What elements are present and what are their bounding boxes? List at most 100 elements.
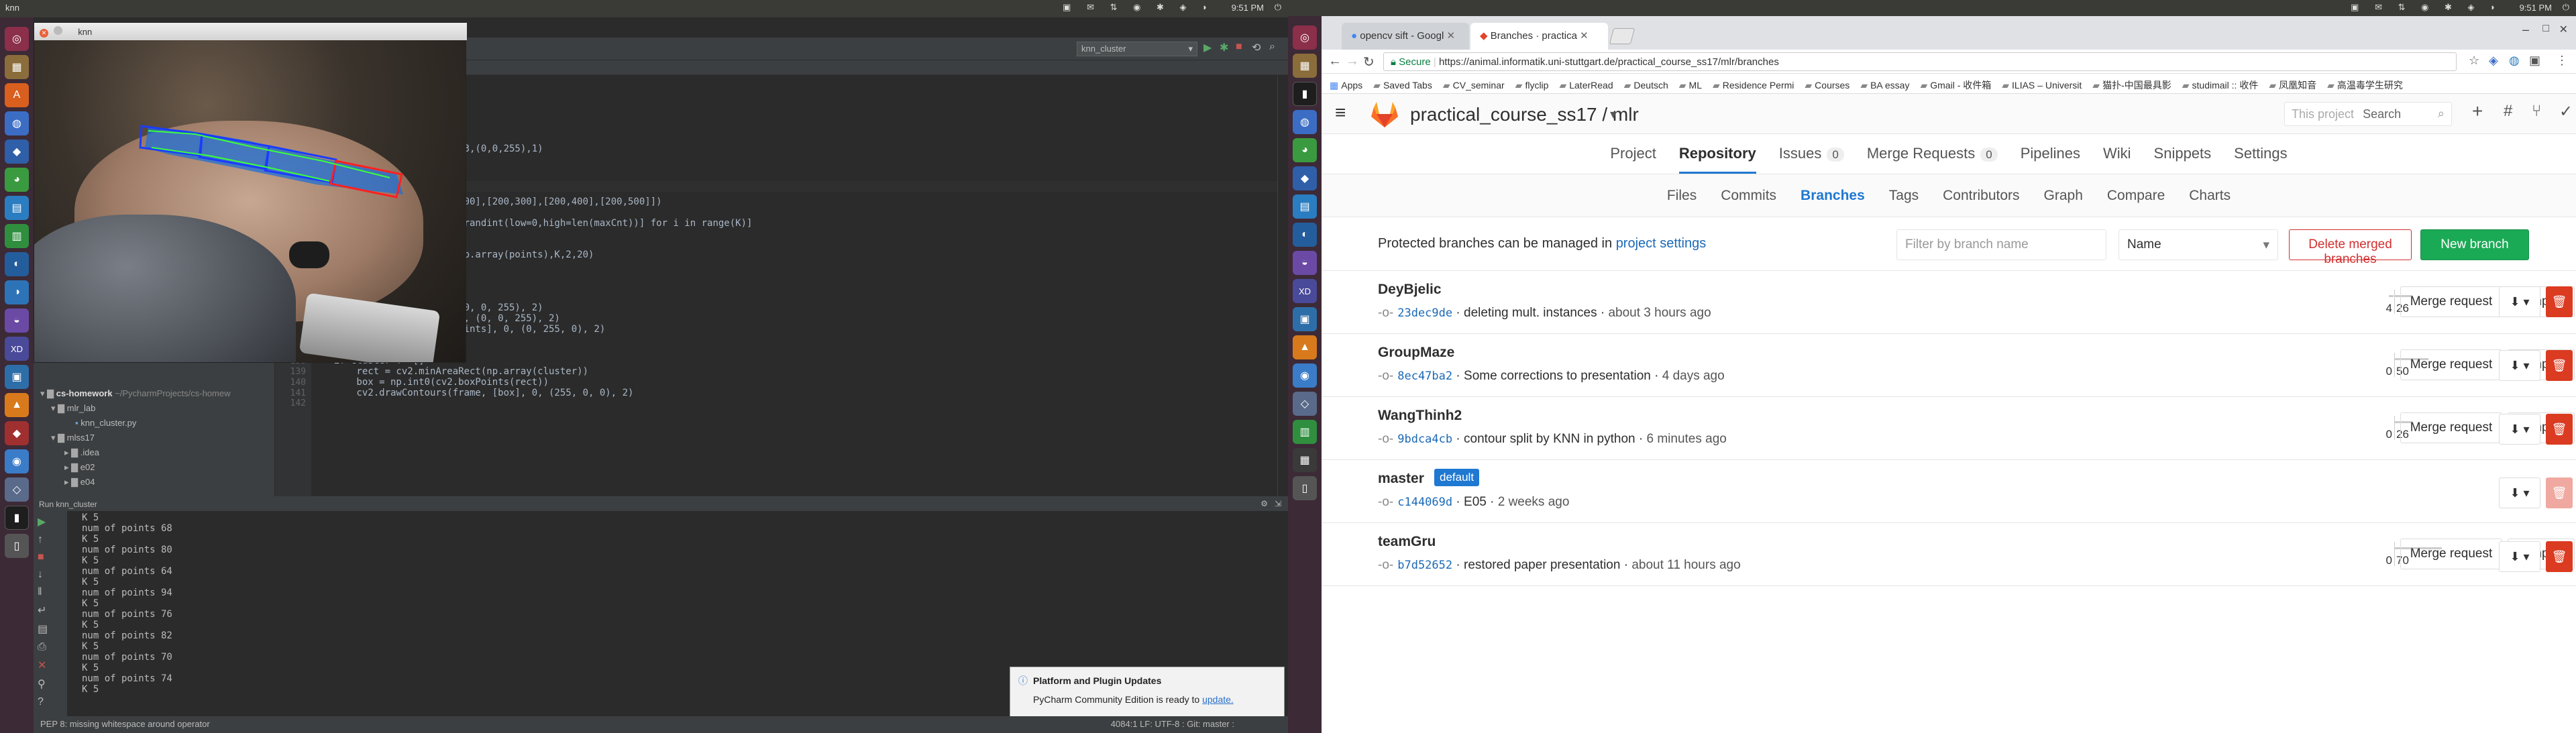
search-box[interactable]: This project Search ⌕ (2284, 102, 2452, 126)
settings-icon[interactable]: ⚙ (1260, 499, 1268, 508)
launcher-app-icon[interactable]: ◐ (5, 252, 29, 276)
launcher-app-icon[interactable]: ◆ (5, 139, 29, 164)
tree-item[interactable]: ▸ ▇ e02 (38, 460, 272, 475)
search-everywhere-icon[interactable]: ⌕ (1269, 41, 1275, 53)
delete-merged-button[interactable]: Delete merged branches (2289, 229, 2412, 266)
commit-sha[interactable]: b7d52652 (1397, 559, 1452, 572)
commit-message[interactable]: restored paper presentation (1464, 558, 1620, 572)
launcher-app-icon[interactable]: ▣ (1293, 307, 1317, 331)
launcher-xd-icon[interactable]: XD (5, 337, 29, 361)
commit-sha[interactable]: 9bdca4cb (1397, 433, 1452, 446)
nav-tab-pipelines[interactable]: Pipelines (2021, 145, 2080, 174)
bookmark-item[interactable]: ▰ 猫扑-中国最具影 (2092, 78, 2171, 92)
nav-tab-project[interactable]: Project (1610, 145, 1656, 174)
run-console-output[interactable]: K 5 num of points 68 K 5 num of points 80 K … (82, 512, 1021, 714)
launcher-app-icon[interactable]: ◆ (5, 421, 29, 445)
wrap-icon[interactable]: ↵ (38, 604, 48, 617)
run-config-select[interactable]: knn_cluster ▾ (1077, 42, 1197, 56)
bookmark-item[interactable]: ▰ 凤凰知音 (2269, 78, 2316, 92)
tree-item[interactable]: ▪ knn_cluster.py (38, 416, 272, 431)
launcher-calc-icon[interactable]: ▥ (5, 224, 29, 248)
download-button[interactable]: ⬇ ▾ (2499, 286, 2540, 317)
bookmark-star-icon[interactable]: ☆ (2469, 54, 2479, 68)
bookmark-item[interactable]: ▰ ML (1679, 80, 1702, 91)
launcher-firefox-icon[interactable]: ◍ (5, 111, 29, 135)
status-right-info[interactable]: 4084:1 LF: UTF-8 : Git: master : (1111, 719, 1234, 729)
nav-tab-snippets[interactable]: Snippets (2154, 145, 2212, 174)
branch-name[interactable]: GroupMaze (1378, 345, 1454, 361)
launcher-app-icon[interactable]: ▣ (5, 365, 29, 389)
up-icon[interactable]: ↑ (38, 534, 48, 546)
minimize-icon[interactable]: – (2522, 23, 2529, 37)
commit-message[interactable]: deleting mult. instances (1464, 306, 1597, 320)
launcher-vlc-icon[interactable]: ▲ (5, 393, 29, 417)
knn-window[interactable]: ✕ knn (34, 22, 467, 363)
tree-item[interactable]: ▸ ▇ e04 (38, 475, 272, 490)
todos-icon[interactable]: ✓ (2559, 102, 2573, 121)
launcher-trash-icon[interactable]: ▯ (1293, 476, 1317, 500)
down-icon[interactable]: ↓ (38, 569, 48, 581)
merge-request-button[interactable]: Merge request (2400, 286, 2502, 317)
download-button[interactable]: ⬇ ▾ (2499, 350, 2540, 381)
launcher-app-icon[interactable]: ◒ (5, 308, 29, 333)
bookmark-item[interactable]: ▰ BA essay (1860, 80, 1909, 91)
help-icon[interactable]: ? (38, 696, 48, 708)
menu-icon[interactable]: ⋮ (2556, 54, 2568, 68)
editor-scrollbar[interactable] (1277, 75, 1288, 496)
download-button[interactable]: ⬇ ▾ (2499, 414, 2540, 445)
subnav-tags[interactable]: Tags (1889, 188, 1919, 204)
download-button[interactable]: ⬇ ▾ (2499, 541, 2540, 572)
close-icon[interactable]: ✕ (38, 659, 48, 672)
new-branch-button[interactable]: New branch (2420, 229, 2529, 260)
launcher-app-icon[interactable]: ◉ (5, 449, 29, 473)
rerun-icon[interactable]: ▶ (38, 515, 48, 528)
launcher-app-icon[interactable]: ◒ (1293, 251, 1317, 275)
nav-tab-repository[interactable]: Repository (1678, 145, 1756, 174)
launcher-app-icon[interactable]: ◇ (1293, 392, 1317, 416)
vcs-icon[interactable]: ⟲ (1252, 41, 1260, 54)
delete-branch-button[interactable]: 🗑︎ (2546, 414, 2573, 445)
commit-message[interactable]: Some corrections to presentation (1464, 369, 1651, 383)
subnav-charts[interactable]: Charts (2189, 188, 2231, 204)
bookmark-item[interactable]: ▰ Gmail - 收件箱 (1920, 78, 1991, 92)
bookmark-item[interactable]: ▰ LaterRead (1559, 80, 1613, 91)
nav-tab-issues[interactable]: Issues 0 (1779, 145, 1844, 174)
launcher-dash-icon[interactable]: ◎ (1293, 25, 1317, 50)
merge-requests-icon[interactable]: ⑂ (2532, 102, 2541, 121)
commit-sha[interactable]: 23dec9de (1397, 306, 1452, 320)
hide-icon[interactable]: ⇲ (1275, 499, 1281, 508)
merge-request-button[interactable]: Merge request (2400, 539, 2502, 569)
launcher-firefox-icon[interactable]: ◍ (1293, 110, 1317, 134)
power-icon[interactable]: ⏻ (1275, 2, 1281, 13)
launcher-files-icon[interactable]: ▦ (1293, 54, 1317, 78)
project-settings-link[interactable]: project settings (1616, 236, 1707, 251)
stop-icon[interactable]: ■ (1236, 41, 1242, 53)
launcher-app-icon[interactable]: ◆ (1293, 166, 1317, 190)
browser-tab[interactable]: ● opencv sift - Googl ✕ (1342, 23, 1469, 50)
launcher-chrome-icon[interactable]: ◕ (5, 168, 29, 192)
bookmark-item[interactable]: ▰ flyclip (1515, 80, 1549, 91)
issues-icon[interactable]: # (2504, 102, 2512, 121)
merge-request-button[interactable]: Merge request (2400, 349, 2502, 380)
launcher-trash-icon[interactable]: ▯ (5, 534, 29, 558)
notification-update-link[interactable]: update. (1202, 694, 1234, 705)
branch-name[interactable]: WangThinh2 (1378, 408, 1462, 424)
delete-branch-button[interactable]: 🗑︎ (2546, 541, 2573, 572)
launcher-terminal-icon[interactable]: ▮ (5, 506, 29, 530)
download-button[interactable]: ⬇ ▾ (2499, 477, 2540, 508)
extension-icon[interactable]: ◈ (2489, 54, 2498, 68)
bookmark-item[interactable]: ▦ Apps (1330, 80, 1362, 91)
merge-request-button[interactable]: Merge request (2400, 412, 2502, 443)
extension-icon[interactable]: ◍ (2509, 54, 2520, 68)
top-bar-indicators[interactable]: ▣ ✉ ⇅ ◉ ✱ ◈ ◗ (2351, 2, 2502, 13)
plus-icon[interactable]: + (2472, 101, 2483, 122)
branch-name[interactable]: DeyBjelic (1378, 282, 1442, 298)
bookmark-item[interactable]: ▰ 高温毒学生研究 (2327, 78, 2403, 92)
bookmark-item[interactable]: ▰ Saved Tabs (1373, 80, 1432, 91)
reload-icon[interactable]: ↻ (1363, 54, 1375, 70)
launcher-vlc-icon[interactable]: ▲ (1293, 335, 1317, 359)
project-title[interactable]: practical_course_ss17 / mlr (1410, 104, 1639, 125)
close-window-icon[interactable]: ✕ (2559, 23, 2568, 36)
browser-tab-active[interactable]: ◆ Branches · practica ✕ (1470, 23, 1608, 50)
launcher-software-icon[interactable]: A (5, 83, 29, 107)
